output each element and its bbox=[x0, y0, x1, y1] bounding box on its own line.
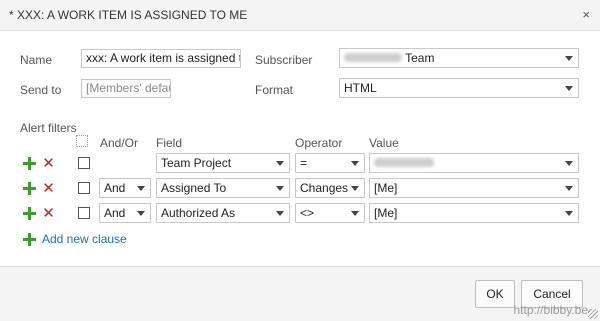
close-icon[interactable]: × bbox=[582, 7, 590, 22]
value-header: Value bbox=[369, 136, 399, 150]
alert-filters-label: Alert filters bbox=[20, 121, 77, 135]
format-select[interactable]: HTML bbox=[339, 78, 579, 98]
add-clause-plus-icon[interactable] bbox=[23, 157, 36, 170]
clause-checkbox[interactable] bbox=[78, 207, 90, 219]
field-value: Authorized As bbox=[161, 206, 236, 220]
dialog-titlebar: * XXX: A WORK ITEM IS ASSIGNED TO ME × bbox=[0, 0, 600, 31]
add-clause-plus-icon[interactable] bbox=[23, 182, 36, 195]
chevron-down-icon bbox=[565, 186, 573, 191]
andor-select[interactable]: And bbox=[99, 203, 151, 223]
name-input[interactable]: xxx: A work item is assigned to bbox=[81, 49, 241, 68]
chevron-down-icon bbox=[351, 161, 359, 166]
format-value: HTML bbox=[344, 81, 377, 95]
field-select[interactable]: Team Project bbox=[156, 153, 290, 173]
chevron-down-icon bbox=[565, 161, 573, 166]
operator-select[interactable]: Changes bbox=[295, 178, 365, 198]
ok-button[interactable]: OK bbox=[475, 280, 515, 308]
chevron-down-icon bbox=[565, 86, 573, 91]
chevron-down-icon bbox=[351, 211, 359, 216]
delete-clause-icon[interactable]: ✕ bbox=[42, 206, 55, 221]
delete-clause-icon[interactable]: ✕ bbox=[42, 156, 55, 171]
andor-value: And bbox=[104, 181, 126, 195]
add-new-clause-plus-icon[interactable] bbox=[23, 233, 36, 246]
redacted-text bbox=[344, 53, 402, 63]
operator-select[interactable]: <> bbox=[295, 203, 365, 223]
value-select[interactable] bbox=[369, 153, 579, 173]
value-text: [Me] bbox=[374, 181, 398, 195]
chevron-down-icon bbox=[565, 211, 573, 216]
subscriber-value: Team bbox=[405, 51, 435, 65]
watermark: http://bibby.be bbox=[513, 303, 589, 317]
field-select[interactable]: Assigned To bbox=[156, 178, 290, 198]
value-select[interactable]: [Me] bbox=[369, 203, 579, 223]
chevron-down-icon bbox=[351, 186, 359, 191]
group-clauses-icon[interactable] bbox=[76, 135, 88, 147]
operator-header: Operator bbox=[295, 136, 343, 150]
operator-value: <> bbox=[300, 206, 315, 220]
operator-select[interactable]: = bbox=[295, 153, 365, 173]
clause-checkbox[interactable] bbox=[78, 157, 90, 169]
operator-value: = bbox=[300, 156, 308, 170]
value-text: [Me] bbox=[374, 206, 398, 220]
chevron-down-icon bbox=[276, 211, 284, 216]
name-label: Name bbox=[20, 53, 53, 67]
format-label: Format bbox=[255, 83, 294, 97]
subscriber-select[interactable]: Team bbox=[339, 48, 579, 68]
field-header: Field bbox=[156, 136, 183, 150]
andor-header: And/Or bbox=[100, 136, 139, 150]
send-to-input[interactable]: [Members' defau bbox=[81, 79, 171, 98]
delete-clause-icon[interactable]: ✕ bbox=[42, 181, 55, 196]
chevron-down-icon bbox=[276, 186, 284, 191]
field-select[interactable]: Authorized As bbox=[156, 203, 290, 223]
clause-checkbox[interactable] bbox=[78, 182, 90, 194]
field-value: Assigned To bbox=[161, 181, 227, 195]
subscriber-label: Subscriber bbox=[255, 53, 313, 67]
add-new-clause-link[interactable]: Add new clause bbox=[42, 232, 127, 246]
redacted-text bbox=[374, 158, 434, 168]
chevron-down-icon bbox=[276, 161, 284, 166]
add-clause-plus-icon[interactable] bbox=[23, 207, 36, 220]
chevron-down-icon bbox=[137, 186, 145, 191]
field-value: Team Project bbox=[161, 156, 232, 170]
andor-value: And bbox=[104, 206, 126, 220]
send-to-label: Send to bbox=[20, 83, 62, 97]
resize-grip-icon[interactable] bbox=[588, 309, 598, 319]
andor-select[interactable]: And bbox=[99, 178, 151, 198]
chevron-down-icon bbox=[565, 56, 573, 61]
value-select[interactable]: [Me] bbox=[369, 178, 579, 198]
chevron-down-icon bbox=[137, 211, 145, 216]
dialog-footer: OK Cancel http://bibby.be bbox=[0, 266, 600, 321]
dialog-title: * XXX: A WORK ITEM IS ASSIGNED TO ME bbox=[9, 8, 248, 22]
operator-value: Changes bbox=[300, 181, 349, 195]
